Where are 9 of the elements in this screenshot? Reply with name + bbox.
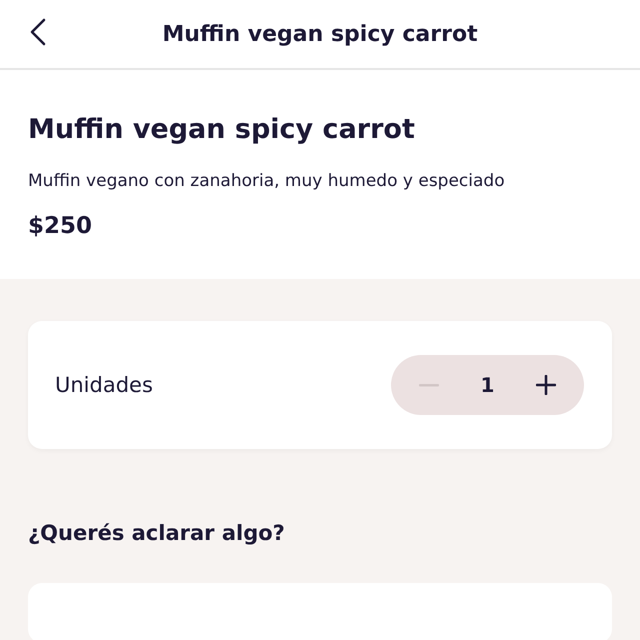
quantity-label: Unidades bbox=[55, 373, 153, 397]
quantity-value: 1 bbox=[480, 373, 494, 397]
notes-heading: ¿Querés aclarar algo? bbox=[28, 521, 286, 545]
product-description: Muffin vegano con zanahoria, muy humedo y especiado bbox=[28, 171, 506, 191]
back-icon bbox=[30, 18, 46, 46]
plus-icon bbox=[536, 375, 556, 395]
product-name: Muffin vegan spicy carrot bbox=[28, 114, 416, 145]
product-price: $250 bbox=[28, 213, 94, 239]
header-title: Muffin vegan spicy carrot bbox=[162, 22, 478, 46]
